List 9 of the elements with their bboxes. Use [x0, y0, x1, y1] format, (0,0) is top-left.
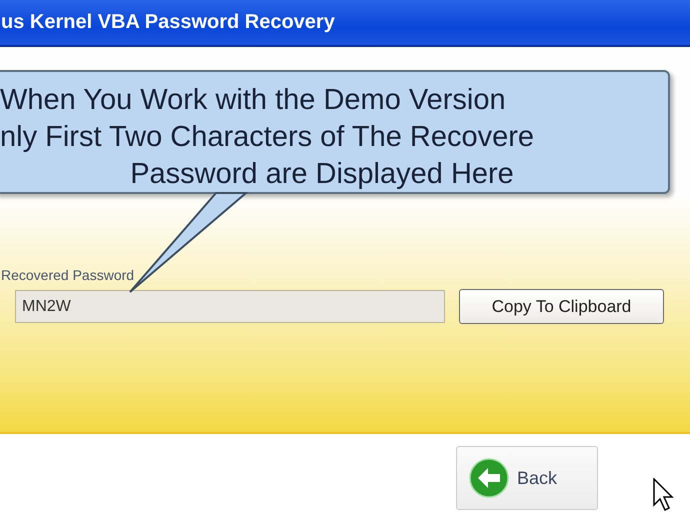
back-button[interactable]: Back: [456, 446, 598, 510]
window-title: us Kernel VBA Password Recovery: [1, 11, 335, 34]
field-label: Recovered Password: [1, 267, 134, 283]
callout-text: Password are Displayed Here: [130, 157, 514, 192]
callout-text: nly First Two Characters of The Recovere: [0, 120, 536, 155]
callout-text: When You Work with the Demo Version: [0, 83, 507, 118]
password-field[interactable]: MN2W: [15, 290, 445, 323]
cursor-icon: [652, 478, 674, 512]
copy-button[interactable]: Copy To Clipboard: [459, 289, 664, 324]
